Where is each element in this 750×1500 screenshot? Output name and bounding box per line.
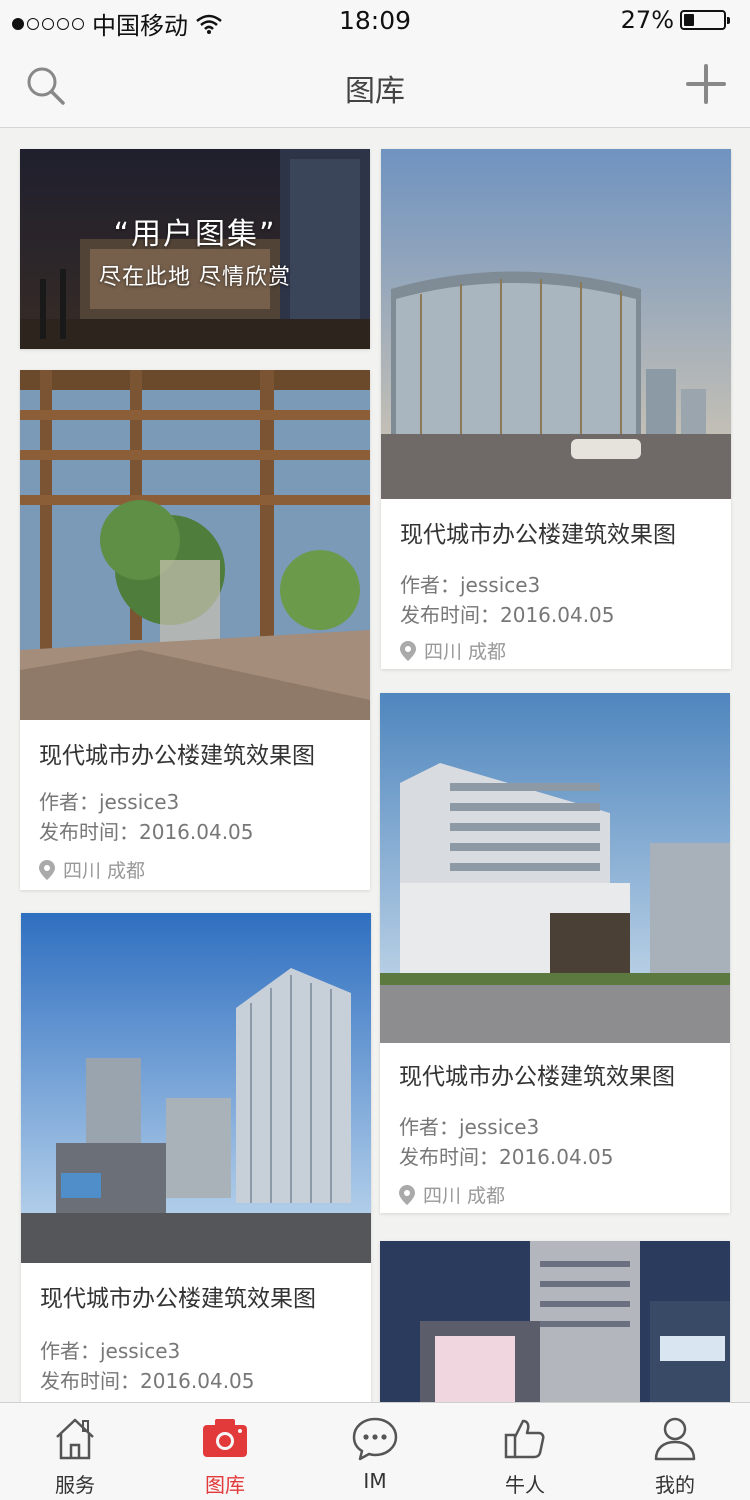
card-location-label: 四川 成都	[63, 860, 146, 882]
banner-title: “用户图集”	[113, 217, 277, 252]
user-icon	[654, 1417, 696, 1461]
card-location: 四川 成都	[400, 637, 506, 664]
tab-label: 服务	[55, 1473, 95, 1497]
tab-label: 我的	[655, 1473, 695, 1497]
card-location-label: 四川 成都	[423, 1185, 506, 1207]
home-icon	[56, 1418, 94, 1460]
gallery-card[interactable]: 现代城市办公楼建筑效果图 作者：jessice3 发布时间：2016.04.05	[21, 913, 371, 1402]
card-author: 作者：jessice3	[399, 1115, 540, 1139]
card-image	[20, 370, 370, 720]
tab-bar: 服务 图库 IM 牛人 我的	[0, 1402, 750, 1500]
banner-subtitle: 尽在此地 尽情欣赏	[99, 265, 291, 290]
tab-label: 牛人	[505, 1473, 545, 1497]
nav-bar: 图库	[0, 42, 750, 128]
battery-percent: 27%	[620, 6, 674, 34]
gallery-card[interactable]: 现代城市办公楼建筑效果图 作者：jessice3 发布时间：2016.04.05…	[381, 149, 731, 669]
tab-gallery[interactable]: 图库	[150, 1403, 300, 1500]
location-pin-icon	[400, 640, 416, 661]
page-title: 图库	[345, 74, 405, 109]
status-right: 27%	[620, 6, 730, 34]
user-gallery-banner[interactable]: “用户图集” 尽在此地 尽情欣赏	[20, 149, 370, 349]
card-title: 现代城市办公楼建筑效果图	[39, 743, 315, 769]
card-date: 发布时间：2016.04.05	[40, 1369, 255, 1393]
gallery-card[interactable]: 现代城市办公楼建筑效果图 作者：jessice3 发布时间：2016.04.05…	[380, 693, 730, 1213]
card-date: 发布时间：2016.04.05	[399, 1145, 614, 1169]
card-title: 现代城市办公楼建筑效果图	[400, 522, 676, 548]
tab-label: IM	[363, 1469, 387, 1493]
plus-icon[interactable]	[684, 62, 728, 106]
card-author: 作者：jessice3	[400, 573, 541, 597]
battery-icon	[680, 10, 730, 30]
chat-icon	[352, 1417, 398, 1461]
thumbs-up-icon	[504, 1419, 545, 1459]
camera-icon	[203, 1419, 247, 1457]
tab-im[interactable]: IM	[300, 1403, 450, 1500]
card-author: 作者：jessice3	[39, 790, 180, 814]
card-location: 四川 成都	[399, 1181, 505, 1208]
card-image	[381, 149, 731, 499]
tab-profile[interactable]: 我的	[600, 1403, 750, 1500]
gallery-grid: “用户图集” 尽在此地 尽情欣赏 现代城市办公楼建筑效果图 作者：jessice…	[0, 129, 750, 1402]
card-title: 现代城市办公楼建筑效果图	[399, 1064, 675, 1090]
tab-services[interactable]: 服务	[0, 1403, 150, 1500]
location-pin-icon	[399, 1184, 415, 1205]
card-title: 现代城市办公楼建筑效果图	[40, 1286, 316, 1312]
gallery-card[interactable]	[380, 1241, 730, 1402]
card-location: 四川 成都	[39, 856, 145, 883]
card-image	[21, 913, 371, 1263]
location-pin-icon	[39, 859, 55, 880]
card-date: 发布时间：2016.04.05	[39, 820, 254, 844]
card-date: 发布时间：2016.04.05	[400, 603, 615, 627]
tab-experts[interactable]: 牛人	[450, 1403, 600, 1500]
status-bar: 中国移动 18:09 27%	[0, 0, 750, 42]
card-author: 作者：jessice3	[40, 1339, 181, 1363]
tab-label: 图库	[205, 1473, 245, 1497]
card-location-label: 四川 成都	[424, 641, 507, 663]
card-image	[380, 1241, 730, 1402]
gallery-card[interactable]: 现代城市办公楼建筑效果图 作者：jessice3 发布时间：2016.04.05…	[20, 370, 370, 890]
card-image	[380, 693, 730, 1043]
